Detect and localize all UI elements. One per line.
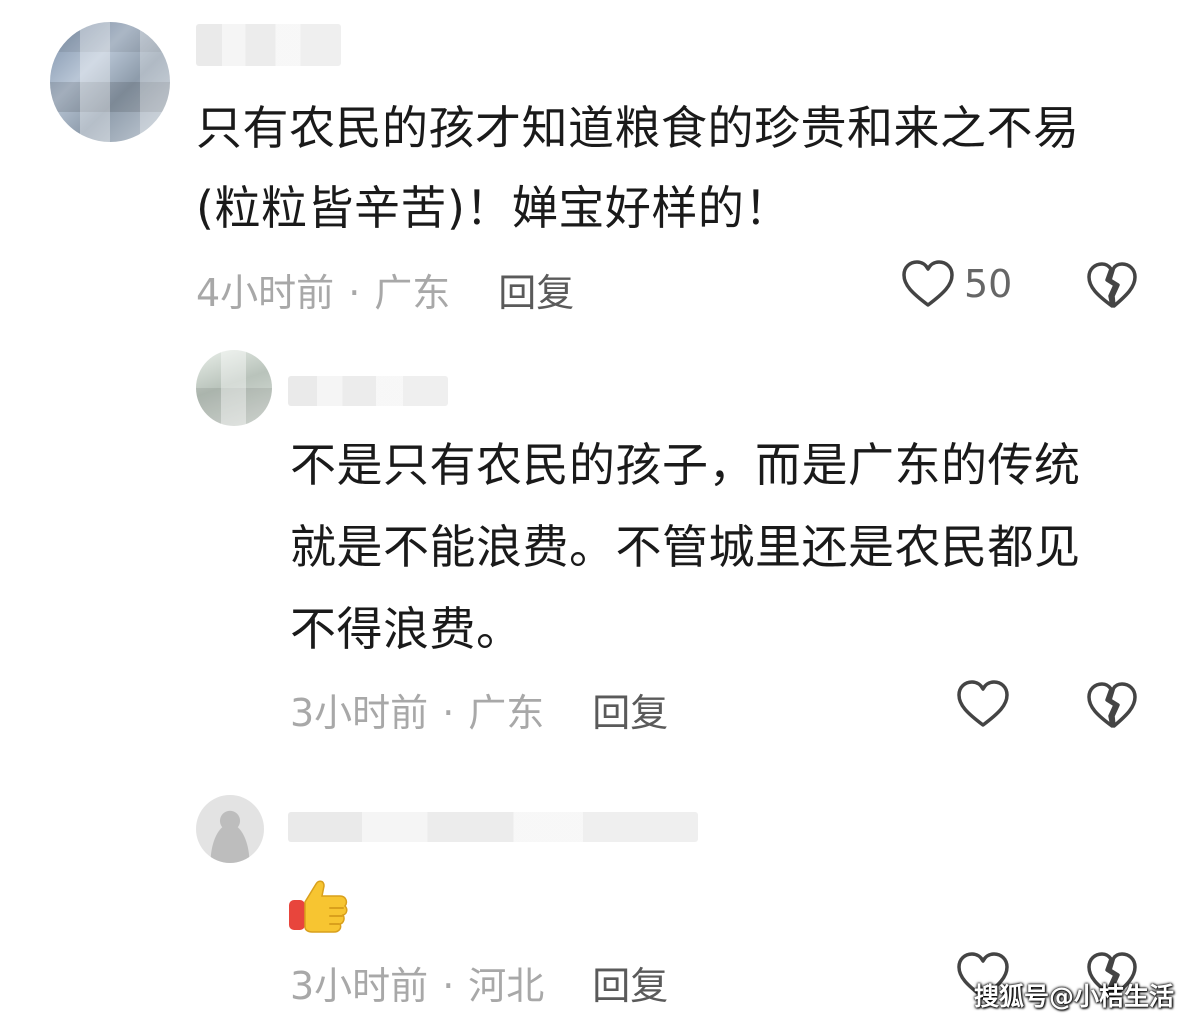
comment-meta: 4小时前 · 广东 回复: [196, 262, 574, 317]
thumbs-up-emoji-icon: [286, 872, 350, 936]
watermark: 搜狐号@小桔生活: [973, 982, 1174, 1011]
dislike-button[interactable]: [1085, 260, 1139, 314]
comment-line: 不得浪费。: [290, 602, 523, 656]
comment-time: 3小时前: [290, 964, 429, 1008]
dislike-button[interactable]: [1085, 680, 1139, 734]
avatar[interactable]: [50, 22, 170, 142]
avatar[interactable]: [196, 350, 272, 426]
comment-location: 河北: [468, 964, 545, 1008]
comment-line: 不是只有农民的孩子，而是广东的传统: [290, 438, 1081, 492]
comment-line: 只有农民的孩才知道粮食的珍贵和来之不易: [196, 101, 1080, 155]
username-blurred[interactable]: [288, 376, 448, 406]
like-count: 50: [964, 262, 1013, 306]
comment-time: 3小时前: [290, 691, 429, 735]
heart-outline-icon: [957, 680, 1009, 727]
username-blurred[interactable]: [288, 812, 698, 842]
comment-location: 广东: [468, 691, 545, 735]
broken-heart-icon: [1087, 682, 1137, 728]
reply-button[interactable]: 回复: [592, 691, 668, 735]
meta-separator: ·: [442, 964, 455, 1008]
like-button[interactable]: [955, 678, 1011, 730]
avatar[interactable]: [196, 795, 264, 863]
comment-meta: 3小时前 · 河北 回复: [290, 955, 668, 1010]
reply-button[interactable]: 回复: [498, 271, 574, 315]
comment-line: 就是不能浪费。不管城里还是农民都见: [290, 520, 1081, 574]
comment-line: (粒粒皆辛苦)！婵宝好样的！: [196, 181, 791, 235]
broken-heart-icon: [1087, 262, 1137, 308]
comment-text: 只有农民的孩才知道粮食的珍贵和来之不易 (粒粒皆辛苦)！婵宝好样的！: [196, 88, 1080, 248]
meta-separator: ·: [442, 691, 455, 735]
comment-text: 不是只有农民的孩子，而是广东的传统 就是不能浪费。不管城里还是农民都见 不得浪费…: [290, 424, 1081, 670]
comment-location: 广东: [374, 271, 451, 315]
like-button[interactable]: 50: [900, 258, 1012, 310]
username-blurred[interactable]: [196, 24, 341, 66]
meta-separator: ·: [348, 271, 361, 315]
heart-outline-icon: [902, 260, 954, 307]
reply-button[interactable]: 回复: [592, 964, 668, 1008]
comment-time: 4小时前: [196, 271, 335, 315]
comment-meta: 3小时前 · 广东 回复: [290, 682, 668, 737]
